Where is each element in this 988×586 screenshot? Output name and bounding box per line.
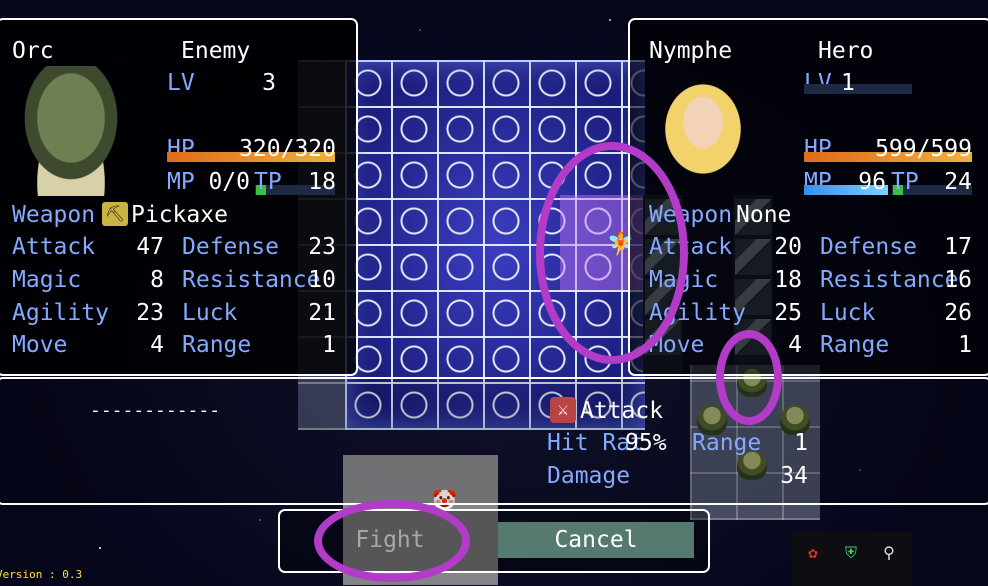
enemy-stat-value: 47 [136,234,164,260]
enemy-name: Orc [12,38,54,64]
hero-hp-value: 599/599 [875,136,972,162]
enemy-mp-value: 0/0 [208,169,250,195]
cancel-button[interactable]: Cancel [498,522,694,558]
hero-stat2-value: 1 [958,332,972,358]
enemy-stat-label: Magic [12,267,82,293]
enemy-weapon-name: Pickaxe [131,202,228,228]
enemy-stat2-value: 1 [322,332,336,358]
enemy-stat2-label: Range [182,332,252,358]
range-label: Range [692,430,762,456]
hero-stat-value: 20 [774,234,802,260]
battle-forecast-window [0,377,988,505]
berries-icon[interactable]: ✿ [802,542,824,564]
range-value: 1 [794,430,808,456]
enemy-hp-value: 320/320 [239,136,336,162]
enemy-action-placeholder: ------------ [90,400,221,421]
enemy-stat-value: 4 [150,332,164,358]
enemy-lv-label: LV [167,70,195,96]
enemy-lv-value: 3 [262,70,276,96]
hero-tp-label: TP [891,169,919,195]
enemy-stat2-value: 10 [308,267,336,293]
hero-stat2-value: 26 [944,300,972,326]
pickaxe-icon: ⛏ [102,202,128,226]
hero-lv-value: 1 [841,70,855,96]
enemy-stat-value: 8 [150,267,164,293]
hero-weapon-name: None [736,202,792,228]
annotation-circle [314,500,470,582]
enemy-stat-label: Move [12,332,68,358]
damage-label: Damage [547,463,631,489]
satellite-icon[interactable]: ⚲ [878,542,900,564]
hero-name: Nymphe [649,38,733,64]
hero-stat2-value: 17 [944,234,972,260]
hero-stat-value: 25 [774,300,802,326]
hero-mp-value: 96 [858,169,886,195]
hero-stat2-label: Luck [820,300,876,326]
enemy-stat-value: 23 [136,300,164,326]
damage-value: 34 [780,463,808,489]
enemy-side-label: Enemy [181,38,251,64]
shield-icon[interactable]: ⛨ [840,542,862,564]
hit-rate-value: 95% [625,430,667,456]
hero-tp-value: 24 [944,169,972,195]
hero-exp-bar-track [804,84,912,94]
enemy-stat-label: Agility [12,300,109,326]
enemy-stat2-label: Luck [182,300,238,326]
enemy-tp-value: 18 [308,169,336,195]
hero-side-label: Hero [818,38,874,64]
hero-stat2-label: Defense [820,234,917,260]
hero-stat-value: 18 [774,267,802,293]
attack-skill-icon: ⚔ [550,397,576,423]
enemy-stat-label: Attack [12,234,96,260]
enemy-tp-label: TP [254,169,282,195]
hero-stat2-label: Range [820,332,890,358]
orc-portrait [12,66,130,196]
enemy-weapon-label: Weapon [12,202,96,228]
version-label: Version : 0.3 [0,568,83,581]
enemy-stat2-value: 23 [308,234,336,260]
hero-stat2-value: 16 [944,267,972,293]
annotation-circle [716,330,782,425]
forecast-action-name: Attack [580,398,664,424]
annotation-circle [536,142,688,364]
enemy-stat2-label: Defense [182,234,279,260]
enemy-stat2-value: 21 [308,300,336,326]
